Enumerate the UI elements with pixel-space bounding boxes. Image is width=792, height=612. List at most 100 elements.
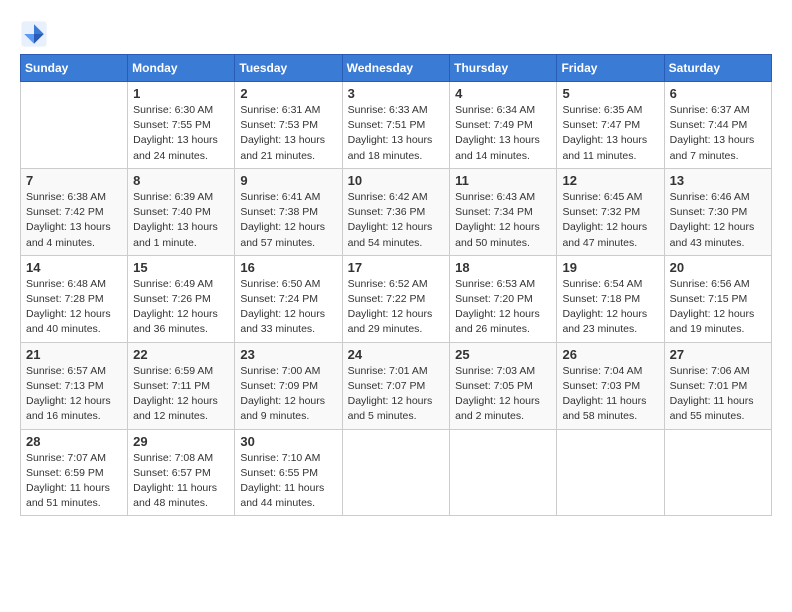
calendar-cell: 13 Sunrise: 6:46 AM Sunset: 7:30 PM Dayli… [664,168,771,255]
day-number: 19 [562,260,658,275]
day-info: Sunrise: 6:38 AM Sunset: 7:42 PM Dayligh… [26,190,122,251]
calendar-cell [664,429,771,516]
calendar-cell: 23 Sunrise: 7:00 AM Sunset: 7:09 PM Dayli… [235,342,342,429]
calendar-cell: 26Sunrise: 7:04 AM Sunset: 7:03 PM Dayli… [557,342,664,429]
day-info: Sunrise: 6:46 AM Sunset: 7:30 PM Dayligh… [670,190,766,251]
header-row: SundayMondayTuesdayWednesdayThursdayFrid… [21,55,772,82]
day-number: 30 [240,434,336,449]
day-number: 12 [562,173,658,188]
day-number: 29 [133,434,229,449]
calendar-cell: 19 Sunrise: 6:54 AM Sunset: 7:18 PM Dayli… [557,255,664,342]
calendar-cell: 17 Sunrise: 6:52 AM Sunset: 7:22 PM Dayli… [342,255,450,342]
day-info: Sunrise: 6:37 AM Sunset: 7:44 PM Dayligh… [670,103,766,164]
calendar-cell: 25Sunrise: 7:03 AM Sunset: 7:05 PM Dayli… [450,342,557,429]
calendar-cell: 5Sunrise: 6:35 AM Sunset: 7:47 PM Daylig… [557,82,664,169]
day-info: Sunrise: 6:52 AM Sunset: 7:22 PM Dayligh… [348,277,445,338]
day-info: Sunrise: 6:33 AM Sunset: 7:51 PM Dayligh… [348,103,445,164]
day-number: 26 [562,347,658,362]
day-info: Sunrise: 6:48 AM Sunset: 7:28 PM Dayligh… [26,277,122,338]
calendar-cell: 7Sunrise: 6:38 AM Sunset: 7:42 PM Daylig… [21,168,128,255]
calendar-cell: 24Sunrise: 7:01 AM Sunset: 7:07 PM Dayli… [342,342,450,429]
calendar-cell: 6 Sunrise: 6:37 AM Sunset: 7:44 PM Daylig… [664,82,771,169]
calendar-cell: 14 Sunrise: 6:48 AM Sunset: 7:28 PM Dayli… [21,255,128,342]
day-info: Sunrise: 7:03 AM Sunset: 7:05 PM Dayligh… [455,364,551,425]
day-number: 17 [348,260,445,275]
day-number: 24 [348,347,445,362]
day-info: Sunrise: 6:54 AM Sunset: 7:18 PM Dayligh… [562,277,658,338]
calendar-cell: 18Sunrise: 6:53 AM Sunset: 7:20 PM Dayli… [450,255,557,342]
day-info: Sunrise: 7:00 AM Sunset: 7:09 PM Dayligh… [240,364,336,425]
day-info: Sunrise: 6:59 AM Sunset: 7:11 PM Dayligh… [133,364,229,425]
header-day-tuesday: Tuesday [235,55,342,82]
day-number: 13 [670,173,766,188]
day-number: 27 [670,347,766,362]
day-number: 4 [455,86,551,101]
week-row-0: 1 Sunrise: 6:30 AM Sunset: 7:55 PM Daylig… [21,82,772,169]
calendar-cell: 22 Sunrise: 6:59 AM Sunset: 7:11 PM Dayli… [128,342,235,429]
day-info: Sunrise: 7:06 AM Sunset: 7:01 PM Dayligh… [670,364,766,425]
day-number: 14 [26,260,122,275]
day-number: 1 [133,86,229,101]
calendar-cell [557,429,664,516]
day-info: Sunrise: 6:45 AM Sunset: 7:32 PM Dayligh… [562,190,658,251]
calendar-cell: 9 Sunrise: 6:41 AM Sunset: 7:38 PM Daylig… [235,168,342,255]
day-info: Sunrise: 6:49 AM Sunset: 7:26 PM Dayligh… [133,277,229,338]
day-number: 23 [240,347,336,362]
calendar-cell: 3 Sunrise: 6:33 AM Sunset: 7:51 PM Daylig… [342,82,450,169]
day-number: 9 [240,173,336,188]
day-info: Sunrise: 7:07 AM Sunset: 6:59 PM Dayligh… [26,451,122,512]
day-number: 10 [348,173,445,188]
day-info: Sunrise: 6:31 AM Sunset: 7:53 PM Dayligh… [240,103,336,164]
calendar-cell [342,429,450,516]
calendar-cell: 20 Sunrise: 6:56 AM Sunset: 7:15 PM Dayli… [664,255,771,342]
header-day-sunday: Sunday [21,55,128,82]
calendar-cell: 10 Sunrise: 6:42 AM Sunset: 7:36 PM Dayli… [342,168,450,255]
header-day-wednesday: Wednesday [342,55,450,82]
day-info: Sunrise: 6:50 AM Sunset: 7:24 PM Dayligh… [240,277,336,338]
day-number: 18 [455,260,551,275]
calendar-cell: 12 Sunrise: 6:45 AM Sunset: 7:32 PM Dayli… [557,168,664,255]
calendar-cell: 16 Sunrise: 6:50 AM Sunset: 7:24 PM Dayli… [235,255,342,342]
day-number: 11 [455,173,551,188]
calendar-cell: 11 Sunrise: 6:43 AM Sunset: 7:34 PM Dayli… [450,168,557,255]
logo-icon [20,20,48,48]
calendar-cell: 21 Sunrise: 6:57 AM Sunset: 7:13 PM Dayli… [21,342,128,429]
calendar-cell [450,429,557,516]
calendar-table: SundayMondayTuesdayWednesdayThursdayFrid… [20,54,772,516]
day-info: Sunrise: 6:57 AM Sunset: 7:13 PM Dayligh… [26,364,122,425]
day-number: 28 [26,434,122,449]
day-number: 22 [133,347,229,362]
day-number: 15 [133,260,229,275]
day-info: Sunrise: 7:08 AM Sunset: 6:57 PM Dayligh… [133,451,229,512]
day-info: Sunrise: 6:43 AM Sunset: 7:34 PM Dayligh… [455,190,551,251]
week-row-3: 21 Sunrise: 6:57 AM Sunset: 7:13 PM Dayli… [21,342,772,429]
day-number: 16 [240,260,336,275]
calendar-cell: 8Sunrise: 6:39 AM Sunset: 7:40 PM Daylig… [128,168,235,255]
day-info: Sunrise: 7:10 AM Sunset: 6:55 PM Dayligh… [240,451,336,512]
day-number: 3 [348,86,445,101]
logo [20,20,50,48]
calendar-cell: 2 Sunrise: 6:31 AM Sunset: 7:53 PM Daylig… [235,82,342,169]
calendar-cell: 15 Sunrise: 6:49 AM Sunset: 7:26 PM Dayli… [128,255,235,342]
calendar-cell: 4 Sunrise: 6:34 AM Sunset: 7:49 PM Daylig… [450,82,557,169]
day-number: 2 [240,86,336,101]
week-row-4: 28 Sunrise: 7:07 AM Sunset: 6:59 PM Dayli… [21,429,772,516]
week-row-1: 7Sunrise: 6:38 AM Sunset: 7:42 PM Daylig… [21,168,772,255]
day-info: Sunrise: 6:30 AM Sunset: 7:55 PM Dayligh… [133,103,229,164]
header-day-saturday: Saturday [664,55,771,82]
page-header [20,16,772,48]
day-number: 8 [133,173,229,188]
calendar-cell: 28 Sunrise: 7:07 AM Sunset: 6:59 PM Dayli… [21,429,128,516]
calendar-header: SundayMondayTuesdayWednesdayThursdayFrid… [21,55,772,82]
calendar-cell: 30 Sunrise: 7:10 AM Sunset: 6:55 PM Dayli… [235,429,342,516]
day-number: 21 [26,347,122,362]
day-number: 6 [670,86,766,101]
day-info: Sunrise: 6:42 AM Sunset: 7:36 PM Dayligh… [348,190,445,251]
day-info: Sunrise: 6:41 AM Sunset: 7:38 PM Dayligh… [240,190,336,251]
day-number: 20 [670,260,766,275]
day-info: Sunrise: 6:56 AM Sunset: 7:15 PM Dayligh… [670,277,766,338]
header-day-monday: Monday [128,55,235,82]
day-number: 5 [562,86,658,101]
day-info: Sunrise: 6:34 AM Sunset: 7:49 PM Dayligh… [455,103,551,164]
header-day-friday: Friday [557,55,664,82]
